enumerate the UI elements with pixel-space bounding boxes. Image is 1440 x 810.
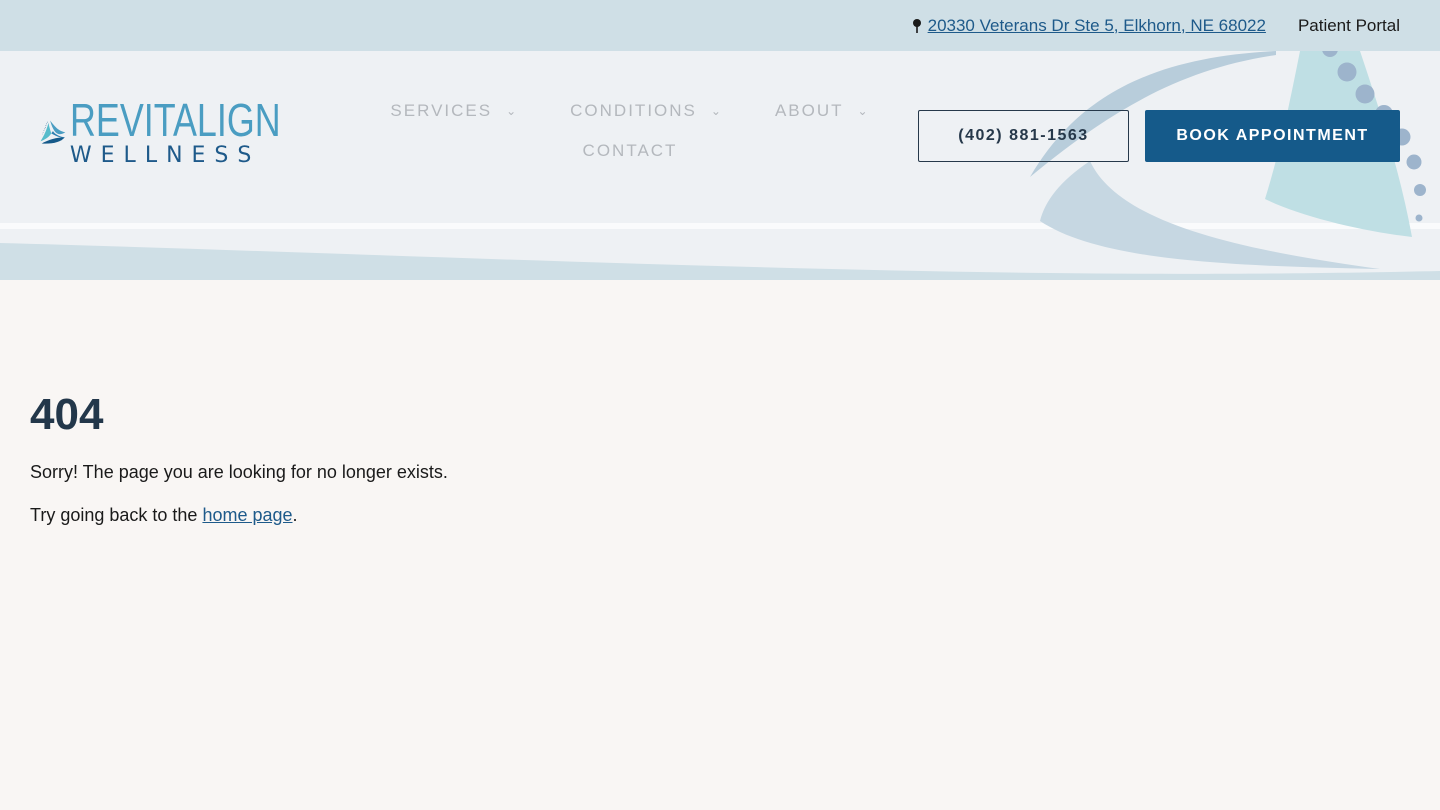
chevron-down-icon: ⌄ [710, 104, 723, 118]
map-pin-icon [912, 18, 922, 34]
home-suggestion: Try going back to the home page. [30, 505, 830, 526]
nav-item-label: SERVICES [390, 101, 493, 120]
nav-item-label: CONDITIONS [570, 101, 697, 120]
nav-item-about[interactable]: ABOUT ⌄ [749, 101, 896, 121]
address-link[interactable]: 20330 Veterans Dr Ste 5, Elkhorn, NE 680… [928, 16, 1266, 36]
site-logo[interactable]: REVITALIGN WELLNESS [40, 87, 340, 177]
nav-item-contact[interactable]: CONTACT [557, 141, 704, 161]
nav-item-label: CONTACT [582, 141, 678, 160]
home-page-link[interactable]: home page [202, 505, 292, 525]
error-message: Sorry! The page you are looking for no l… [30, 462, 448, 482]
main-navigation: SERVICES ⌄ CONDITIONS ⌄ ABOUT ⌄ CONTACT [360, 101, 900, 161]
chevron-down-icon: ⌄ [857, 104, 870, 118]
address-group: 20330 Veterans Dr Ste 5, Elkhorn, NE 680… [912, 16, 1266, 36]
home-suggestion-suffix: . [292, 505, 298, 525]
main-content: 404 Sorry! The page you are looking for … [30, 390, 830, 548]
page-title: 404 [30, 390, 104, 439]
phone-button[interactable]: (402) 881-1563 [918, 110, 1129, 162]
patient-portal-link[interactable]: Patient Portal [1298, 16, 1400, 36]
chevron-down-icon: ⌄ [506, 104, 519, 118]
site-header: REVITALIGN WELLNESS SERVICES ⌄ CONDITION… [0, 51, 1440, 280]
home-suggestion-prefix: Try going back to the [30, 505, 203, 525]
book-appointment-button[interactable]: BOOK APPOINTMENT [1145, 110, 1400, 162]
nav-item-label: ABOUT [774, 101, 844, 120]
top-utility-bar: 20330 Veterans Dr Ste 5, Elkhorn, NE 680… [0, 0, 1440, 51]
logo-wordmark-primary: REVITALIGN [69, 94, 281, 146]
logo-mark-icon [40, 120, 66, 144]
nav-item-services[interactable]: SERVICES ⌄ [364, 101, 544, 121]
logo-wordmark-secondary: WELLNESS [69, 143, 261, 168]
nav-item-conditions[interactable]: CONDITIONS ⌄ [544, 101, 749, 121]
